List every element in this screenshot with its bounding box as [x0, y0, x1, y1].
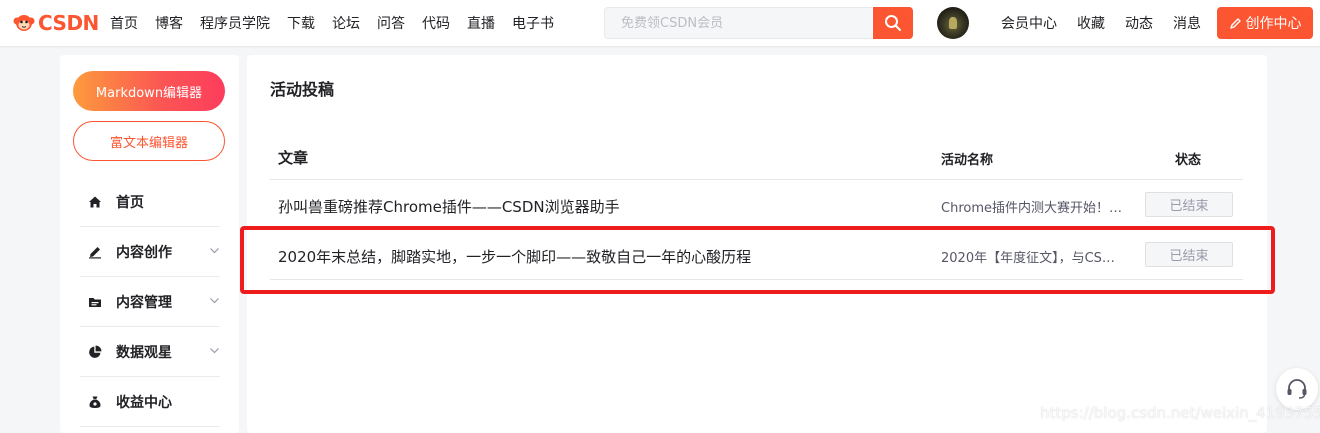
folder-icon	[87, 294, 103, 310]
sidebar-item-home[interactable]: 首页	[80, 177, 220, 227]
chevron-down-icon	[210, 348, 219, 354]
sidebar-item-data-insights[interactable]: 数据观星	[80, 327, 220, 377]
search-button[interactable]	[873, 7, 913, 39]
sidebar-item-label: 数据观星	[116, 344, 172, 361]
watermark-text: https://blog.csdn.net/weixin_41937552	[1040, 404, 1320, 422]
activity-name-link[interactable]: 2020年【年度征文】，与CS…	[941, 247, 1137, 266]
nav-member-center[interactable]: 会员中心	[1001, 13, 1057, 33]
main-panel: 活动投稿 文章 活动名称 状态 孙叫兽重磅推荐Chrome插件——CSDN浏览器…	[247, 55, 1267, 433]
user-nav: 会员中心 收藏 动态 消息	[1001, 0, 1221, 46]
money-bag-icon	[87, 394, 103, 410]
chevron-down-icon	[210, 248, 219, 254]
status-badge: 已结束	[1145, 192, 1233, 217]
search-box	[604, 7, 913, 39]
activity-name-link[interactable]: Chrome插件内测大赛开始！…	[941, 197, 1137, 216]
article-title-link[interactable]: 孙叫兽重磅推荐Chrome插件——CSDN浏览器助手	[278, 196, 620, 217]
table-header: 文章 活动名称 状态	[270, 131, 1243, 180]
sidebar-item-label: 收益中心	[116, 394, 172, 411]
pencil-icon	[87, 244, 103, 260]
create-center-label: 创作中心	[1245, 16, 1302, 32]
headset-icon	[1287, 379, 1307, 399]
sidebar-item-content-create[interactable]: 内容创作	[80, 227, 220, 277]
richtext-editor-button[interactable]: 富文本编辑器	[73, 121, 225, 161]
sidebar-item-revenue[interactable]: 收益中心	[80, 377, 220, 427]
column-header-article: 文章	[278, 149, 309, 167]
nav-live[interactable]: 直播	[467, 13, 495, 33]
table-row: 孙叫兽重磅推荐Chrome插件——CSDN浏览器助手 Chrome插件内测大赛开…	[270, 180, 1243, 230]
monkey-mascot-icon	[12, 11, 36, 35]
article-title-link[interactable]: 2020年末总结，脚踏实地，一步一个脚印——致敬自己一年的心酸历程	[278, 246, 751, 267]
nav-code[interactable]: 代码	[422, 13, 450, 33]
pie-chart-icon	[87, 344, 103, 360]
sidebar-item-content-manage[interactable]: 内容管理	[80, 277, 220, 327]
table-row: 2020年末总结，脚踏实地，一步一个脚印——致敬自己一年的心酸历程 2020年【…	[270, 230, 1243, 280]
logo-text: CSDN	[38, 11, 99, 35]
pen-icon	[1229, 17, 1241, 29]
user-avatar[interactable]	[937, 7, 969, 39]
nav-home[interactable]: 首页	[110, 13, 138, 33]
nav-forum[interactable]: 论坛	[332, 13, 360, 33]
nav-messages[interactable]: 消息	[1173, 13, 1201, 33]
nav-activity[interactable]: 动态	[1125, 13, 1153, 33]
nav-ebook[interactable]: 电子书	[512, 13, 554, 33]
sidebar-item-label: 内容管理	[116, 294, 172, 311]
nav-blog[interactable]: 博客	[155, 13, 183, 33]
nav-qa[interactable]: 问答	[377, 13, 405, 33]
markdown-editor-button[interactable]: Markdown编辑器	[73, 71, 225, 111]
search-input[interactable]	[604, 7, 872, 39]
column-header-status: 状态	[1175, 153, 1202, 168]
home-icon	[87, 194, 103, 210]
nav-academy[interactable]: 程序员学院	[200, 13, 270, 33]
nav-download[interactable]: 下载	[287, 13, 315, 33]
sidebar-menu: 首页 内容创作 内容管理 数据观星 收益中心	[80, 177, 220, 427]
sidebar-item-label: 首页	[116, 194, 144, 211]
chevron-down-icon	[210, 298, 219, 304]
page-title: 活动投稿	[270, 80, 335, 99]
column-header-activity: 活动名称	[941, 153, 994, 168]
nav-favorites[interactable]: 收藏	[1077, 13, 1105, 33]
top-navbar: CSDN 首页 博客 程序员学院 下载 论坛 问答 代码 直播 电子书 会员中心…	[0, 0, 1320, 46]
main-nav: 首页 博客 程序员学院 下载 论坛 问答 代码 直播 电子书	[110, 0, 571, 46]
activity-submissions-table: 文章 活动名称 状态 孙叫兽重磅推荐Chrome插件——CSDN浏览器助手 Ch…	[270, 131, 1243, 280]
csdn-logo[interactable]: CSDN	[12, 10, 99, 36]
create-center-button[interactable]: 创作中心	[1217, 7, 1313, 39]
search-icon	[885, 15, 901, 31]
sidebar: Markdown编辑器 富文本编辑器 首页 内容创作 内容管理 数据观星 收益中…	[60, 55, 239, 433]
sidebar-item-label: 内容创作	[116, 244, 172, 261]
status-badge: 已结束	[1145, 242, 1233, 267]
